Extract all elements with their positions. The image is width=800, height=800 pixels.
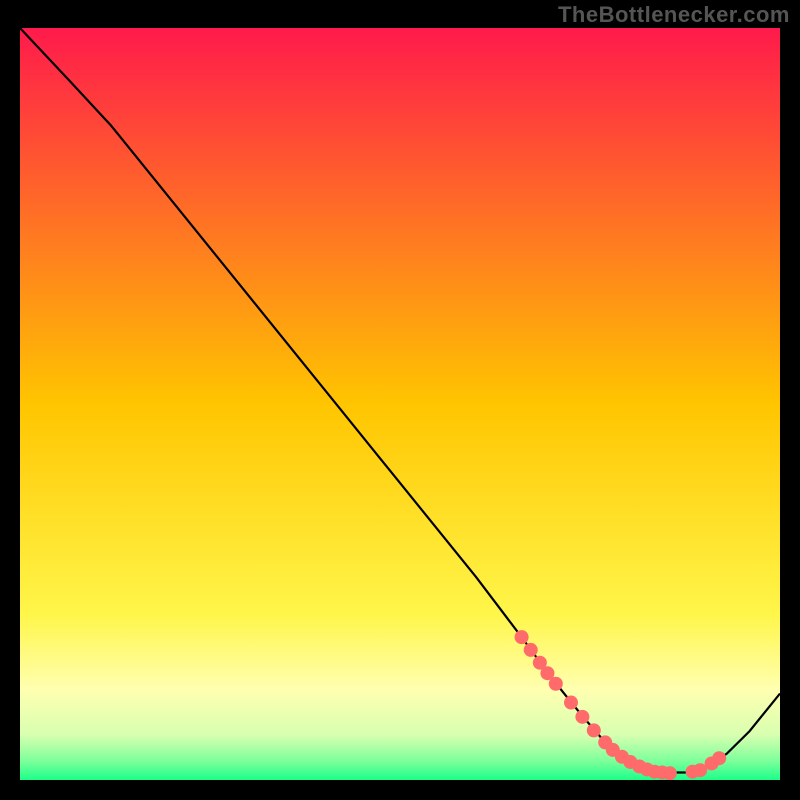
- chart-svg: [20, 28, 780, 780]
- chart-frame: TheBottlenecker.com: [0, 0, 800, 800]
- marker-point: [515, 630, 529, 644]
- marker-point: [587, 723, 601, 737]
- marker-point: [575, 710, 589, 724]
- watermark-text: TheBottlenecker.com: [558, 2, 790, 28]
- gradient-background: [20, 28, 780, 780]
- plot-area: [20, 28, 780, 780]
- marker-point: [549, 677, 563, 691]
- marker-point: [712, 751, 726, 765]
- marker-point: [663, 766, 677, 780]
- marker-point: [524, 643, 538, 657]
- marker-point: [564, 696, 578, 710]
